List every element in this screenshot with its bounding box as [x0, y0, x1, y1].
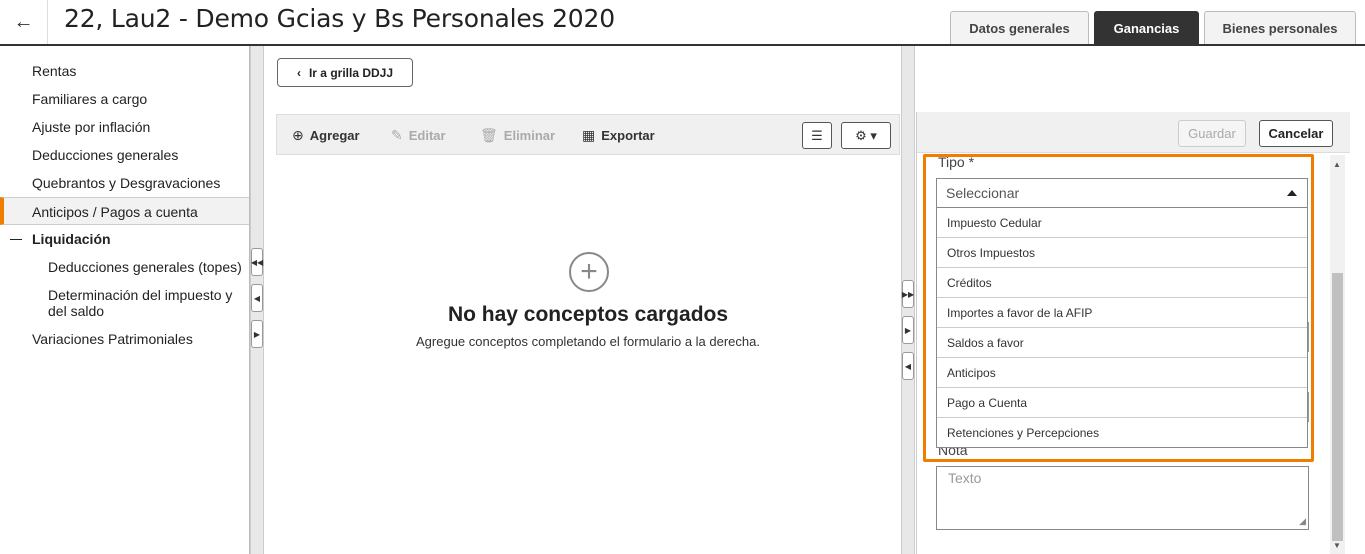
scroll-down-icon[interactable]: ▼	[1333, 541, 1341, 550]
form-scrollbar[interactable]: ▲ ▼	[1330, 155, 1345, 554]
scroll-thumb[interactable]	[1332, 273, 1343, 541]
filter-lines-icon[interactable]: ☰	[802, 122, 832, 149]
collapse-left-icon[interactable]: ◀	[251, 284, 263, 312]
sidebar-item-label: Liquidación	[32, 231, 111, 247]
edit-button[interactable]: ✎ Editar	[391, 127, 446, 144]
add-button[interactable]: ⊕ Agregar	[292, 127, 360, 144]
nota-textarea[interactable]: Texto ◢	[936, 466, 1309, 530]
expand-left-icon[interactable]: ▶	[251, 320, 263, 348]
main-tabs: Datos generales Ganancias Bienes persona…	[950, 11, 1356, 44]
sidebar-item-rentas[interactable]: Rentas	[0, 63, 249, 79]
back-button[interactable]: ←	[0, 0, 48, 44]
arrow-left-icon: ←	[13, 10, 34, 33]
app-header: ← 22, Lau2 - Demo Gcias y Bs Personales …	[0, 0, 1365, 46]
collapse-right-icon[interactable]: ◀	[902, 352, 914, 380]
highlight-frame	[923, 154, 1314, 462]
page-title: 22, Lau2 - Demo Gcias y Bs Personales 20…	[64, 4, 615, 33]
excel-icon: ▦	[582, 127, 596, 143]
export-button[interactable]: ▦ Exportar	[582, 127, 655, 144]
scroll-up-icon[interactable]: ▲	[1333, 160, 1341, 169]
sidebar-item-deducciones-topes[interactable]: Deducciones generales (topes)	[0, 259, 249, 275]
left-splitter[interactable]: ◀◀ ◀ ▶	[250, 46, 264, 554]
expand-all-icon[interactable]: ▶▶	[902, 280, 914, 308]
resize-grip-icon[interactable]: ◢	[1299, 516, 1306, 527]
sidebar: Rentas Familiares a cargo Ajuste por inf…	[0, 46, 250, 554]
collapse-dash-icon	[10, 239, 22, 240]
sidebar-item-anticipos[interactable]: Anticipos / Pagos a cuenta	[0, 197, 249, 225]
tab-bienes-personales[interactable]: Bienes personales	[1204, 11, 1356, 44]
sidebar-item-determinacion[interactable]: Determinación del impuesto y del saldo	[0, 287, 249, 319]
pencil-icon: ✎	[391, 127, 403, 143]
tab-datos-generales[interactable]: Datos generales	[950, 11, 1089, 44]
sidebar-item-ajuste-inflacion[interactable]: Ajuste por inflación	[0, 119, 249, 135]
plus-circle-icon: +	[569, 252, 609, 292]
save-button[interactable]: Guardar	[1178, 120, 1246, 147]
empty-state-subtitle: Agregue conceptos completando el formula…	[416, 334, 760, 349]
plus-circle-icon: ⊕	[292, 127, 304, 143]
collapse-all-icon[interactable]: ◀◀	[251, 248, 263, 276]
empty-state-title: No hay conceptos cargados	[447, 303, 729, 326]
settings-gear-icon[interactable]: ⚙ ▾	[841, 122, 891, 149]
cancel-button[interactable]: Cancelar	[1259, 120, 1333, 147]
right-splitter[interactable]: ▶▶ ▶ ◀	[901, 46, 915, 554]
sidebar-item-liquidacion[interactable]: Liquidación	[0, 231, 249, 247]
tab-ganancias[interactable]: Ganancias	[1094, 11, 1199, 44]
chevron-left-icon: ‹	[296, 65, 301, 80]
sidebar-item-deducciones[interactable]: Deducciones generales	[0, 147, 249, 163]
trash-icon: 🗑	[480, 127, 498, 143]
sidebar-item-quebrantos[interactable]: Quebrantos y Desgravaciones	[0, 175, 249, 191]
form-toolbar: Guardar Cancelar	[917, 112, 1350, 153]
expand-right-icon[interactable]: ▶	[902, 316, 914, 344]
sidebar-item-variaciones[interactable]: Variaciones Patrimoniales	[0, 331, 249, 347]
sidebar-item-familiares[interactable]: Familiares a cargo	[0, 91, 249, 107]
delete-button[interactable]: 🗑 Eliminar	[480, 127, 555, 144]
list-toolbar: ⊕ Agregar ✎ Editar 🗑 Eliminar ▦ Exportar…	[276, 114, 900, 155]
back-to-grid-button[interactable]: ‹ Ir a grilla DDJJ	[277, 58, 413, 87]
